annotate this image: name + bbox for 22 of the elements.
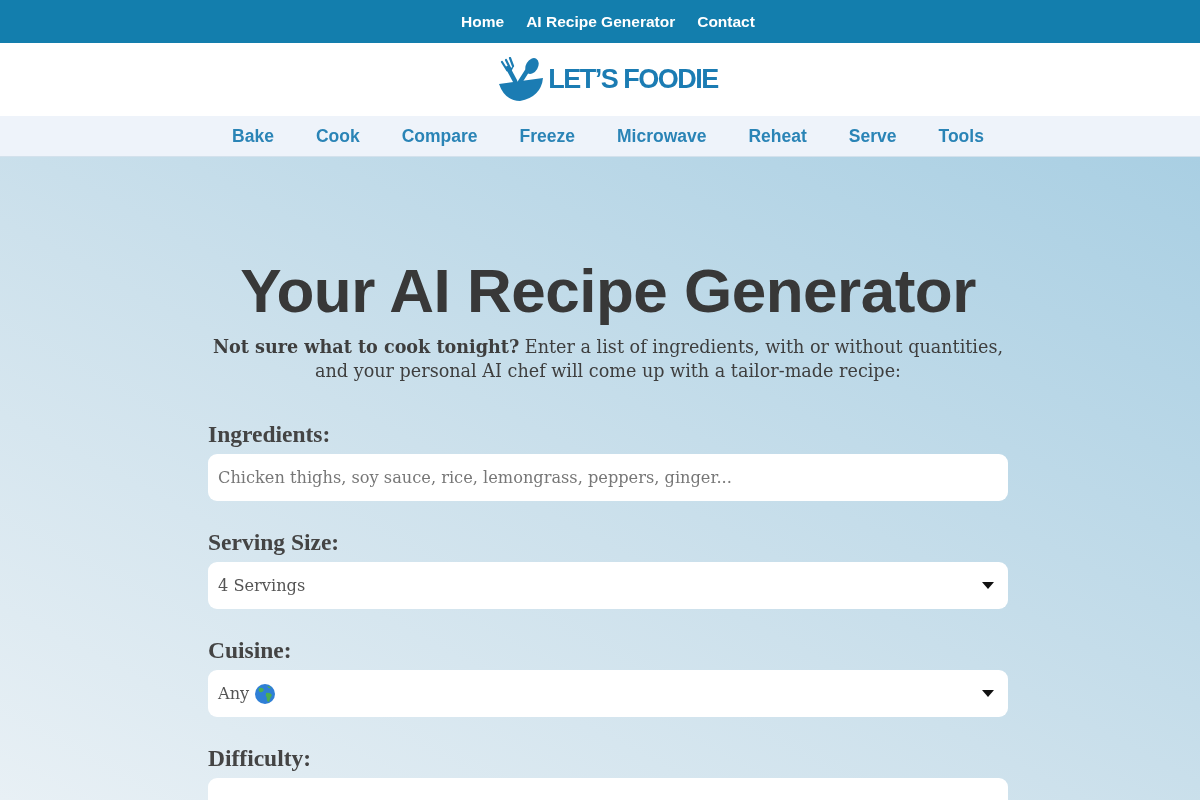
- input-field[interactable]: Chicken thighs, soy sauce, rice, lemongrass, peppers, ginger...: [208, 454, 1008, 501]
- category-link[interactable]: Bake: [232, 125, 274, 147]
- field-label: Serving Size:: [208, 529, 340, 555]
- nav-link[interactable]: Contact: [697, 12, 755, 31]
- category-link[interactable]: Microwave: [617, 125, 707, 147]
- field-label: Difficulty:: [208, 745, 312, 771]
- dropdown[interactable]: Any: [208, 670, 1008, 717]
- category-link[interactable]: Serve: [848, 125, 897, 147]
- category-link[interactable]: Compare: [401, 125, 478, 147]
- bowl-spoon-fork-icon: [498, 57, 545, 102]
- dropdown[interactable]: 4 Servings: [208, 562, 1008, 609]
- page-title: Your AI Recipe Generator: [240, 257, 976, 324]
- nav-link[interactable]: AI Recipe Generator: [526, 12, 676, 31]
- nav-link[interactable]: Home: [461, 12, 505, 31]
- category-link[interactable]: Cook: [315, 125, 360, 147]
- category-link[interactable]: Tools: [938, 125, 984, 147]
- intro-text: Not sure what to cook tonight? Enter a list of ingredients, with or without quantities, and your personal AI chef will come up with a tailor-made recipe:: [213, 335, 1003, 383]
- field-label: Ingredients:: [208, 421, 331, 447]
- category-link[interactable]: Reheat: [748, 125, 807, 147]
- category-link[interactable]: Freeze: [519, 125, 575, 147]
- field-label: Cuisine:: [208, 637, 292, 663]
- logo-link[interactable]: LET’S FOODIE: [498, 57, 718, 102]
